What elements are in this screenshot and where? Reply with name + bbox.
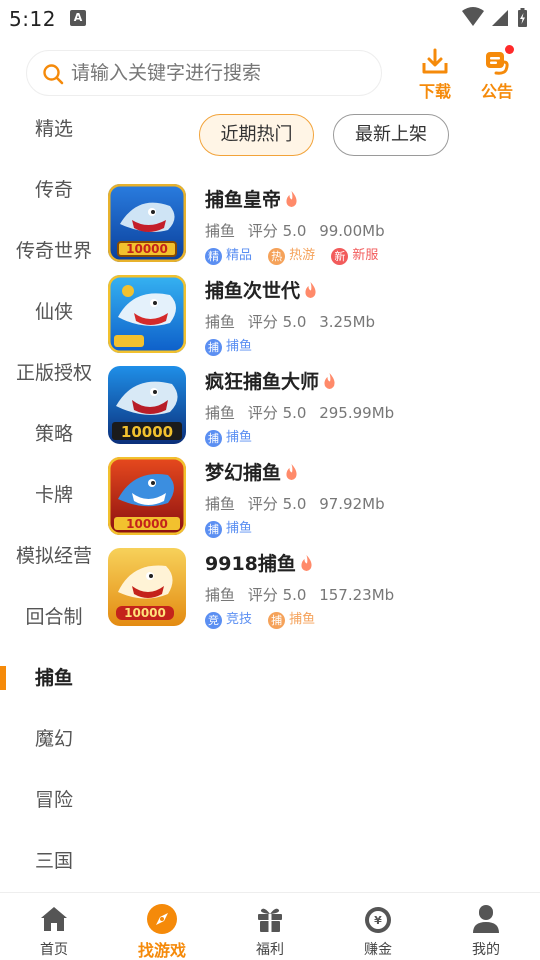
game-size: 97.92Mb: [319, 495, 385, 513]
svg-text:10000: 10000: [121, 423, 173, 441]
svg-text:10000: 10000: [126, 517, 168, 531]
search-box[interactable]: [26, 50, 382, 96]
game-name: 梦幻捕鱼: [205, 462, 282, 484]
game-tags: 捕捕鱼: [205, 335, 264, 356]
svg-text:10000: 10000: [126, 242, 168, 256]
category-item[interactable]: 策略: [0, 410, 108, 458]
game-rating: 评分 5.0: [247, 222, 307, 240]
status-bar: 5:12 A: [0, 0, 540, 38]
game-genre: 捕鱼: [205, 404, 236, 422]
search-icon: [43, 64, 64, 85]
tab-newest[interactable]: 最新上架: [333, 114, 449, 156]
game-rating: 评分 5.0: [247, 313, 307, 331]
game-icon-shark: 10000: [108, 366, 186, 444]
game-size: 295.99Mb: [319, 404, 395, 422]
bottom-nav: 首页 找游戏 福利 ¥ 赚金 我的: [0, 892, 540, 960]
game-name: 疯狂捕鱼大师: [205, 371, 320, 393]
game-rating: 评分 5.0: [247, 586, 307, 604]
category-item[interactable]: 精选: [0, 105, 108, 153]
category-item[interactable]: 传奇世界: [0, 227, 108, 275]
tag-badge: 精精品: [205, 244, 252, 265]
game-size: 3.25Mb: [319, 313, 376, 331]
game-row[interactable]: 10000 9918捕鱼 捕鱼 评分 5.0 157.23Mb 竞竞技 捕捕鱼: [108, 548, 528, 632]
fire-icon: [286, 191, 297, 207]
game-name: 捕鱼次世代: [205, 280, 301, 302]
game-tags: 捕捕鱼: [205, 517, 264, 538]
game-icon-shark: 10000: [108, 457, 186, 535]
fire-icon: [286, 464, 297, 480]
profile-icon: [473, 905, 499, 933]
money-bag-icon: ¥: [365, 907, 391, 933]
tag-badge: 捕捕鱼: [205, 517, 252, 538]
fire-icon: [324, 373, 335, 389]
system-status-icons: [462, 7, 527, 27]
tag-badge: 热热游: [268, 244, 315, 265]
game-name: 9918捕鱼: [205, 553, 296, 575]
game-row[interactable]: 10000 梦幻捕鱼 捕鱼 评分 5.0 97.92Mb 捕捕鱼: [108, 457, 528, 541]
notice-label: 公告: [480, 82, 513, 101]
nav-welfare[interactable]: 福利: [216, 893, 324, 960]
tab-recent-hot[interactable]: 近期热门: [199, 114, 314, 156]
category-item[interactable]: 三国: [0, 837, 108, 885]
game-row[interactable]: 捕鱼次世代 捕鱼 评分 5.0 3.25Mb 捕捕鱼: [108, 275, 528, 359]
game-genre: 捕鱼: [205, 495, 236, 513]
svg-text:10000: 10000: [124, 606, 166, 620]
game-tags: 竞竞技 捕捕鱼: [205, 608, 327, 629]
notification-icon: A: [70, 10, 86, 26]
category-item[interactable]: 模拟经营: [0, 532, 108, 580]
game-size: 157.23Mb: [319, 586, 395, 604]
notice-badge-dot: [505, 45, 514, 54]
gift-icon: [258, 908, 282, 932]
game-tags: 捕捕鱼: [205, 426, 264, 447]
game-icon-shark: [108, 275, 186, 353]
svg-text:¥: ¥: [374, 914, 382, 927]
category-item[interactable]: 魔幻: [0, 715, 108, 763]
game-name: 捕鱼皇帝: [205, 189, 282, 211]
game-genre: 捕鱼: [205, 586, 236, 604]
game-row[interactable]: 10000 疯狂捕鱼大师 捕鱼 评分 5.0 295.99Mb 捕捕鱼: [108, 366, 528, 450]
status-time: 5:12: [9, 7, 56, 31]
nav-home[interactable]: 首页: [0, 893, 108, 960]
nav-earn[interactable]: ¥ 赚金: [324, 893, 432, 960]
download-button[interactable]: 下载: [413, 48, 457, 101]
game-tags: 精精品 热热游 新新服: [205, 244, 390, 265]
game-icon-shark: 10000: [108, 184, 186, 262]
category-item[interactable]: 传奇: [0, 166, 108, 214]
compass-icon: [147, 904, 177, 934]
category-item[interactable]: 仙侠: [0, 288, 108, 336]
fire-icon: [305, 282, 316, 298]
category-item[interactable]: 回合制: [0, 593, 108, 641]
nav-profile[interactable]: 我的: [432, 893, 540, 960]
tag-badge: 竞竞技: [205, 608, 252, 629]
category-item-active[interactable]: 捕鱼: [0, 654, 108, 702]
tag-badge: 新新服: [331, 244, 378, 265]
game-genre: 捕鱼: [205, 313, 236, 331]
tag-badge: 捕捕鱼: [205, 335, 252, 356]
category-item[interactable]: 卡牌: [0, 471, 108, 519]
search-input[interactable]: [71, 51, 371, 95]
category-item[interactable]: 正版授权: [0, 349, 108, 397]
game-row[interactable]: 10000 捕鱼皇帝 捕鱼 评分 5.0 99.00Mb 精精品 热热游 新新服: [108, 184, 528, 268]
tag-badge: 捕捕鱼: [205, 426, 252, 447]
download-icon: [422, 48, 448, 74]
home-icon: [41, 907, 67, 931]
tag-badge: 捕捕鱼: [268, 608, 315, 629]
fire-icon: [301, 555, 312, 571]
game-genre: 捕鱼: [205, 222, 236, 240]
download-label: 下载: [418, 82, 451, 101]
game-rating: 评分 5.0: [247, 404, 307, 422]
category-item[interactable]: 冒险: [0, 776, 108, 824]
notice-button[interactable]: 公告: [475, 45, 519, 101]
nav-find-games[interactable]: 找游戏: [108, 893, 216, 960]
game-size: 99.00Mb: [319, 222, 385, 240]
category-sidebar: 精选 传奇 传奇世界 仙侠 正版授权 策略 卡牌 模拟经营 回合制 捕鱼 魔幻 …: [0, 100, 108, 892]
game-icon-shark: 10000: [108, 548, 186, 626]
game-rating: 评分 5.0: [247, 495, 307, 513]
